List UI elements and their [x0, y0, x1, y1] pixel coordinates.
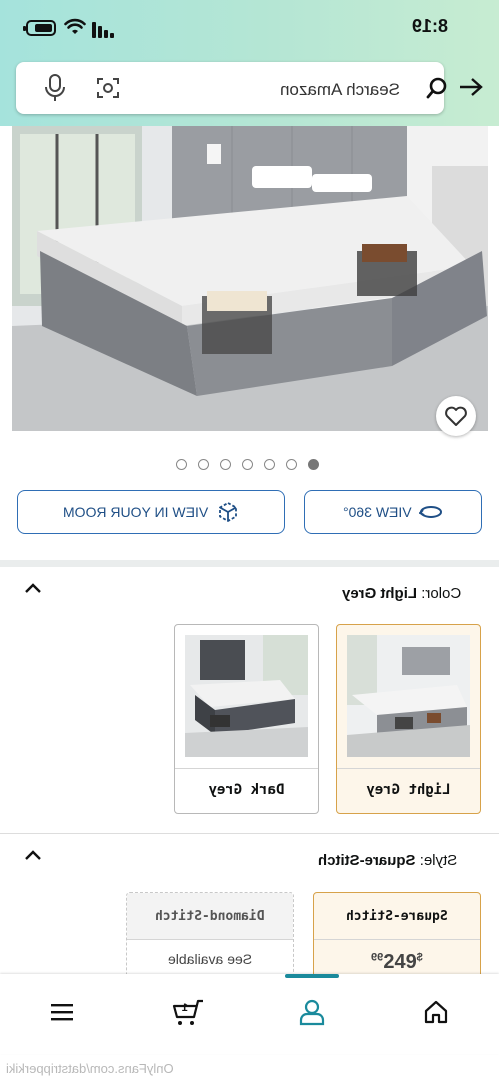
color-selected-value: Light Grey [342, 585, 418, 602]
nav-menu[interactable] [44, 994, 80, 1030]
search-input[interactable]: Search Amazon [280, 80, 400, 100]
nav-cart[interactable]: 1 [170, 994, 206, 1030]
pager-dot[interactable] [198, 459, 209, 470]
view-in-room-label: VIEW IN YOUR ROOM [63, 504, 209, 520]
wishlist-button[interactable] [436, 396, 476, 436]
style-selected-value: Square-Stitch [318, 852, 416, 869]
bottom-nav: 1 [0, 974, 499, 1054]
rotate-360-icon [419, 506, 443, 518]
clock: 8:19 [412, 16, 449, 36]
pager-dot[interactable] [242, 459, 253, 470]
nav-home[interactable] [418, 994, 454, 1030]
color-option-light-grey[interactable]: Light Grey [336, 624, 481, 814]
pager-dot[interactable] [264, 459, 275, 470]
nav-account[interactable] [294, 994, 330, 1030]
section-divider [0, 560, 499, 567]
active-tab-indicator [285, 974, 339, 978]
pager-dot[interactable] [286, 459, 297, 470]
view-in-room-button[interactable]: VIEW IN YOUR ROOM [17, 490, 285, 534]
watermark-text: OnlyFans.com/datstripperkiki [6, 1061, 174, 1076]
pager-dot-active[interactable] [308, 459, 319, 470]
view-360-label: VIEW 360° [342, 504, 412, 520]
watermark: OnlyFans.com/datstripperkiki [0, 1058, 499, 1080]
ar-cube-icon [218, 501, 237, 523]
microphone-icon[interactable] [44, 74, 66, 102]
menu-icon [51, 1004, 73, 1021]
chevron-up-icon[interactable] [24, 582, 42, 594]
cart-icon: 1 [172, 999, 203, 1025]
style-option-availability: See available [167, 951, 253, 967]
light-grey-bed-thumbnail [347, 635, 470, 757]
product-image[interactable] [12, 126, 488, 431]
camera-search-icon[interactable] [96, 76, 120, 100]
heart-icon [445, 406, 467, 426]
battery-icon [23, 20, 56, 36]
pager-dot[interactable] [176, 459, 187, 470]
app-header: 8:19 Search Amazon [0, 0, 499, 126]
color-option-label: Dark Grey [208, 782, 285, 798]
style-option-label: Diamond-Stitch [155, 908, 265, 924]
signal-icon [92, 22, 114, 38]
svg-text:1: 1 [182, 1002, 188, 1014]
home-icon [424, 1000, 448, 1024]
chevron-up-icon[interactable] [24, 849, 42, 861]
search-icon[interactable] [426, 76, 448, 100]
wifi-icon [64, 18, 86, 34]
style-selector-header: Style: Square-Stitch [318, 852, 458, 869]
style-option-price: $24999 [371, 951, 423, 973]
section-divider [0, 833, 499, 834]
pager-dot[interactable] [220, 459, 231, 470]
color-option-dark-grey[interactable]: Dark Grey [174, 624, 319, 814]
view-360-button[interactable]: VIEW 360° [304, 490, 482, 534]
image-pager[interactable] [176, 459, 319, 470]
style-option-label: Square-Stitch [346, 908, 448, 924]
dark-grey-bed-thumbnail [185, 635, 308, 757]
account-icon [299, 999, 325, 1026]
status-bar: 8:19 [0, 14, 499, 42]
color-selector-header: Color: Light Grey [342, 585, 462, 602]
arrow-right-icon[interactable] [458, 76, 484, 98]
color-option-label: Light Grey [366, 782, 451, 798]
search-bar[interactable]: Search Amazon [16, 62, 447, 114]
